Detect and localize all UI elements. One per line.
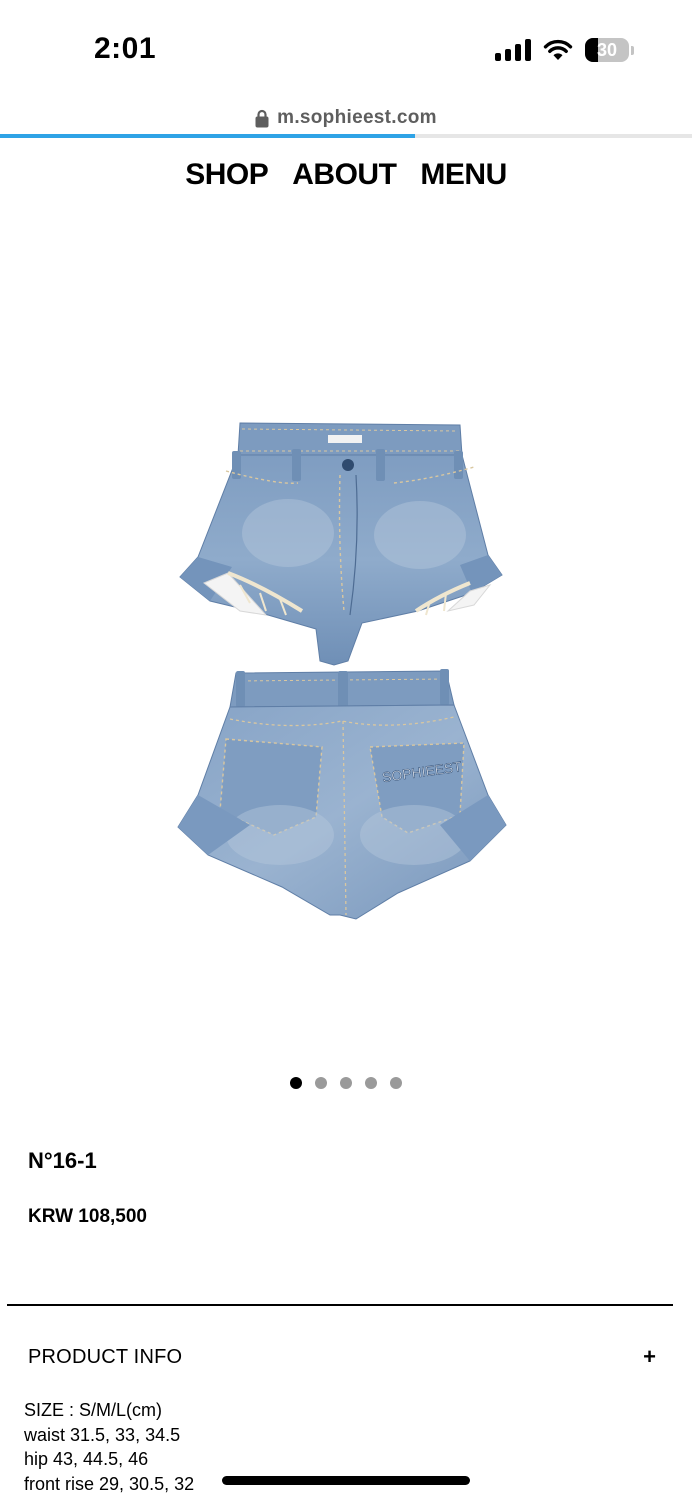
- carousel-dot[interactable]: [315, 1077, 327, 1089]
- nav-menu[interactable]: MENU: [420, 158, 507, 192]
- carousel-dot[interactable]: [390, 1077, 402, 1089]
- carousel-dot[interactable]: [290, 1077, 302, 1089]
- carousel-dots: [0, 1077, 692, 1089]
- status-time: 2:01: [94, 32, 157, 65]
- battery-level: 30: [596, 39, 618, 60]
- lock-icon: [255, 109, 269, 127]
- spec-line: waist 31.5, 33, 34.5: [24, 1424, 181, 1445]
- page-load-progress-fill: [0, 134, 416, 138]
- status-icons: 30: [495, 38, 634, 62]
- address-bar[interactable]: m.sophieest.com: [0, 104, 692, 132]
- spec-line: front rise 29, 30.5, 32: [24, 1473, 195, 1494]
- product-info-title: PRODUCT INFO: [28, 1345, 183, 1368]
- back-shorts: SOPHIEEST: [177, 669, 507, 920]
- nav-shop[interactable]: SHOP: [185, 158, 269, 192]
- nav-about[interactable]: ABOUT: [292, 158, 397, 192]
- front-shorts: [179, 422, 503, 666]
- main-nav: SHOP ABOUT MENU: [0, 158, 692, 192]
- battery-icon: 30: [585, 38, 634, 62]
- home-indicator[interactable]: [222, 1476, 470, 1485]
- spec-line: hip 43, 44.5, 46: [24, 1449, 149, 1469]
- product-specs: SIZE : S/M/L(cm) waist 31.5, 33, 34.5 hi…: [24, 1398, 194, 1496]
- product-price: KRW 108,500: [28, 1206, 147, 1227]
- url-text: m.sophieest.com: [277, 107, 437, 128]
- page-load-progress: [0, 134, 692, 138]
- status-bar: 2:01 30: [0, 0, 692, 100]
- wifi-icon: [543, 39, 573, 60]
- product-image[interactable]: SOPHIEEST: [170, 415, 522, 925]
- carousel-dot[interactable]: [340, 1077, 352, 1089]
- divider: [7, 1304, 673, 1306]
- spec-line: SIZE : S/M/L(cm): [24, 1400, 163, 1420]
- product-info-header[interactable]: PRODUCT INFO +: [28, 1344, 656, 1370]
- signal-icon: [495, 39, 531, 61]
- expand-toggle-icon[interactable]: +: [643, 1344, 656, 1370]
- product-name: N°16-1: [28, 1148, 97, 1173]
- carousel-dot[interactable]: [365, 1077, 377, 1089]
